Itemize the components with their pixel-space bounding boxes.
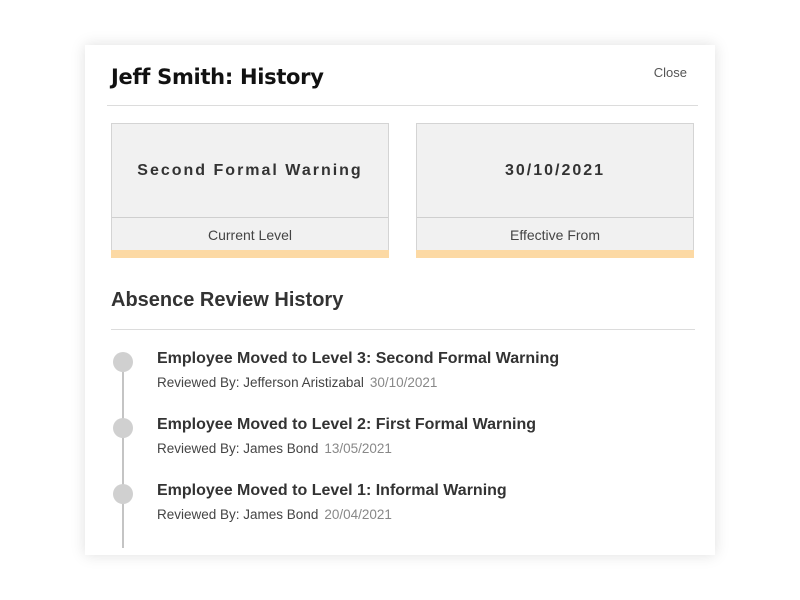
timeline-item-meta: Reviewed By: James Bond 13/05/2021 <box>157 441 392 456</box>
review-date: 13/05/2021 <box>324 441 392 456</box>
timeline-item-title: Employee Moved to Level 2: First Formal … <box>157 416 537 433</box>
reviewed-by: Reviewed By: James Bond <box>157 441 319 456</box>
effective-from-accent-bar <box>416 250 694 258</box>
effective-from-card: 30/10/2021 Effective From <box>416 123 694 258</box>
section-divider <box>111 329 695 330</box>
timeline-item-meta: Reviewed By: James Bond 20/04/2021 <box>157 507 392 522</box>
history-modal: Jeff Smith: History Close Second Formal … <box>85 45 715 555</box>
reviewed-by: Reviewed By: James Bond <box>157 507 319 522</box>
timeline-dot-icon <box>113 418 133 438</box>
modal-title: Jeff Smith: History <box>111 65 324 89</box>
close-button[interactable]: Close <box>654 65 687 80</box>
review-date: 30/10/2021 <box>369 375 438 390</box>
timeline-item-title: Employee Moved to Level 1: Informal Warn… <box>157 482 507 499</box>
timeline-item: Employee Moved to Level 2: First Formal … <box>85 416 715 466</box>
history-section-title: Absence Review History <box>111 289 344 311</box>
current-level-value: Second Formal Warning <box>137 162 363 179</box>
timeline-dot-icon <box>113 484 133 504</box>
timeline-item-title: Employee Moved to Level 3: Second Formal… <box>157 350 560 367</box>
reviewed-by: Reviewed By: Jefferson Aristizabal <box>157 375 364 390</box>
effective-from-value: 30/10/2021 <box>504 162 606 179</box>
timeline-item-meta: Reviewed By: Jefferson Aristizabal 30/10/… <box>157 375 437 390</box>
timeline-item: Employee Moved to Level 3: Second Formal… <box>85 350 715 400</box>
effective-from-label: Effective From <box>417 217 693 250</box>
timeline-item: Employee Moved to Level 1: Informal Warn… <box>85 482 715 532</box>
timeline-dot-icon <box>113 352 133 372</box>
review-date: 20/04/2021 <box>324 507 392 522</box>
header-divider <box>107 105 698 106</box>
current-level-accent-bar <box>111 250 389 258</box>
current-level-label: Current Level <box>112 217 388 250</box>
current-level-card: Second Formal Warning Current Level <box>111 123 389 258</box>
